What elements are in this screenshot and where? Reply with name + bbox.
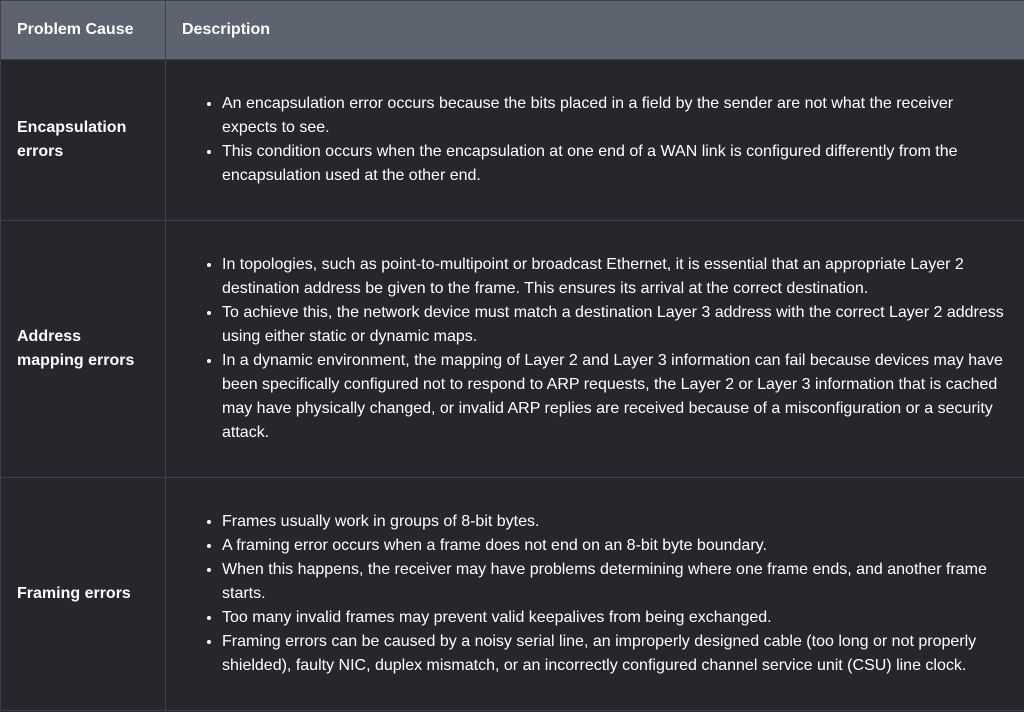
description-cell: An encapsulation error occurs because th… [165,59,1024,221]
header-problem-cause: Problem Cause [0,0,166,60]
bullet-list: Frames usually work in groups of 8-bit b… [182,510,1008,678]
bullet-list: An encapsulation error occurs because th… [182,92,1008,188]
list-item: When this happens, the receiver may have… [222,558,1008,606]
list-item: An encapsulation error occurs because th… [222,92,1008,140]
description-cell: In topologies, such as point-to-multipoi… [165,220,1024,478]
table-row: Address mapping errors In topologies, su… [0,220,1024,478]
table-header-row: Problem Cause Description [0,0,1024,60]
cause-cell: Address mapping errors [0,220,166,478]
cause-cell: Encapsulation errors [0,59,166,221]
table-row: Encapsulation errors An encapsulation er… [0,59,1024,221]
list-item: Framing errors can be caused by a noisy … [222,630,1008,678]
list-item: In topologies, such as point-to-multipoi… [222,253,1008,301]
list-item: A framing error occurs when a frame does… [222,534,1008,558]
header-description: Description [165,0,1024,60]
list-item: Too many invalid frames may prevent vali… [222,606,1008,630]
problem-cause-table: Problem Cause Description Encapsulation … [0,0,1024,711]
list-item: This condition occurs when the encapsula… [222,140,1008,188]
list-item: To achieve this, the network device must… [222,301,1008,349]
list-item: In a dynamic environment, the mapping of… [222,349,1008,445]
list-item: Frames usually work in groups of 8-bit b… [222,510,1008,534]
bullet-list: In topologies, such as point-to-multipoi… [182,253,1008,445]
description-cell: Frames usually work in groups of 8-bit b… [165,477,1024,711]
table-row: Framing errors Frames usually work in gr… [0,477,1024,711]
cause-cell: Framing errors [0,477,166,711]
